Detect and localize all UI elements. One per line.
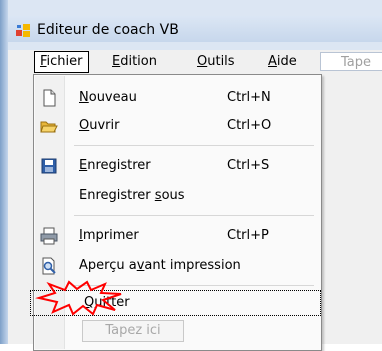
- menu-item-label: Ouvrir: [79, 118, 120, 133]
- open-folder-icon: [40, 121, 58, 133]
- window-border-left: [0, 0, 8, 344]
- menu-item-ouvrir[interactable]: Ouvrir Ctrl+O: [34, 113, 321, 139]
- app-icon: [16, 24, 30, 37]
- menu-item-shortcut: Ctrl+O: [227, 118, 272, 133]
- save-disk-icon: [41, 158, 57, 174]
- menu-item-shortcut: Ctrl+P: [227, 228, 269, 243]
- menu-edition[interactable]: Edition: [112, 53, 157, 71]
- menu-item-enregistrer[interactable]: Enregistrer Ctrl+S: [34, 153, 321, 179]
- menu-type-here-box[interactable]: Tape: [320, 52, 382, 71]
- menu-item-imprimer[interactable]: Imprimer Ctrl+P: [34, 223, 321, 249]
- menu-item-shortcut: Ctrl+N: [227, 90, 271, 105]
- printer-icon: [40, 227, 58, 245]
- menu-type-here-item[interactable]: Tapez ici: [82, 320, 184, 342]
- new-document-icon: [43, 89, 56, 107]
- highlight-burst-icon: [35, 280, 122, 316]
- menu-item-label: Nouveau: [79, 90, 137, 105]
- title-bar[interactable]: Editeur de coach VB: [8, 16, 382, 42]
- menu-bar: Fichier Edition Outils Aide Tape: [8, 50, 382, 74]
- menu-item-nouveau[interactable]: Nouveau Ctrl+N: [34, 85, 321, 111]
- menu-separator: [74, 145, 314, 146]
- menu-item-label: Aperçu avant impression: [79, 258, 241, 273]
- menu-item-apercu[interactable]: Aperçu avant impression: [34, 253, 321, 279]
- menu-aide[interactable]: Aide: [268, 53, 297, 71]
- window-title: Editeur de coach VB: [37, 22, 179, 38]
- menu-item-shortcut: Ctrl+S: [227, 158, 270, 173]
- menu-item-label: Imprimer: [79, 228, 139, 243]
- menu-item-label: Enregistrer sous: [79, 188, 185, 203]
- menu-fichier[interactable]: Fichier: [34, 51, 89, 73]
- menu-item-enregistrer-sous[interactable]: Enregistrer sous: [34, 183, 321, 209]
- menu-outils[interactable]: Outils: [197, 53, 235, 71]
- print-preview-icon: [42, 257, 56, 275]
- menu-item-label: Enregistrer: [79, 158, 151, 173]
- menu-separator: [74, 215, 314, 216]
